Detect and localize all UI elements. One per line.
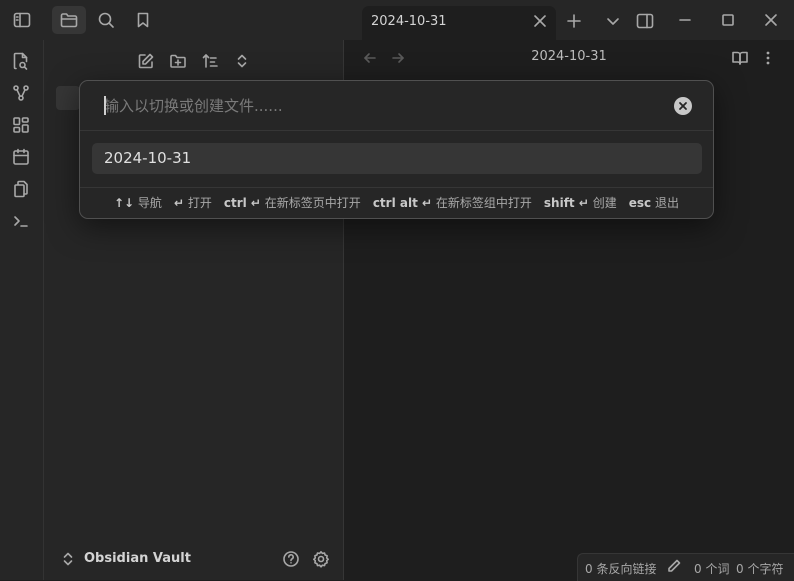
toggle-right-sidebar-button[interactable] [633, 9, 657, 33]
more-options-button[interactable] [758, 47, 778, 69]
file-search-icon [13, 52, 28, 70]
word-count: 0 个词 [694, 562, 730, 576]
new-tab-button[interactable] [563, 10, 585, 32]
new-note-button[interactable] [135, 50, 157, 72]
chevron-down-icon [607, 18, 619, 25]
close-icon [534, 15, 546, 27]
pencil-icon [668, 559, 681, 572]
suggestion-item[interactable]: 2024-10-31 [92, 143, 702, 174]
editing-mode-icon[interactable] [666, 558, 682, 574]
vault-name[interactable]: Obsidian Vault [84, 551, 191, 566]
sort-button[interactable] [199, 50, 221, 72]
file-explorer-tab-button[interactable] [52, 6, 86, 34]
char-count: 0 个字符 [736, 562, 784, 576]
sidebar-left-icon [13, 12, 31, 28]
bookmark-icon [137, 12, 149, 28]
maximize-button[interactable] [715, 8, 741, 32]
text-caret [104, 96, 106, 115]
settings-button[interactable] [310, 548, 332, 570]
maximize-icon [722, 14, 734, 26]
ribbon-daily-note-button[interactable] [6, 142, 36, 172]
new-folder-button[interactable] [167, 50, 189, 72]
folder-icon [60, 13, 78, 28]
instructions: ↑↓ 导航 ↵ 打开 ctrl ↵ 在新标签页中打开 ctrl alt ↵ 在新… [80, 194, 713, 211]
quick-switcher-input[interactable] [96, 91, 656, 121]
file-list-item-selected[interactable] [56, 86, 80, 110]
instruction-open-new-tab: ctrl ↵ 在新标签页中打开 [223, 196, 361, 210]
files-icon [14, 180, 28, 198]
search-icon [98, 12, 114, 28]
plus-icon [567, 14, 581, 28]
ribbon-canvas-button[interactable] [6, 110, 36, 140]
instruction-exit: esc 退出 [628, 196, 679, 210]
divider [80, 130, 713, 131]
sort-ascending-icon [202, 54, 218, 68]
ribbon-terminal-button[interactable] [6, 206, 36, 236]
note-title[interactable]: 2024-10-31 [344, 49, 794, 64]
terminal-icon [14, 216, 28, 227]
backlinks-count[interactable]: 0 条反向链接 [585, 560, 656, 577]
folder-plus-icon [170, 54, 186, 68]
close-icon [679, 102, 687, 110]
sidebar-right-icon [636, 13, 654, 29]
calendar-icon [13, 148, 29, 165]
toggle-left-sidebar-button[interactable] [5, 6, 39, 34]
close-icon [765, 14, 777, 26]
window-close-button[interactable] [758, 8, 784, 32]
collapse-all-button[interactable] [231, 50, 253, 72]
instruction-open-new-group: ctrl alt ↵ 在新标签组中打开 [372, 196, 532, 210]
layout-dashboard-icon [13, 117, 29, 133]
bookmarks-tab-button[interactable] [126, 6, 160, 34]
suggestion-label: 2024-10-31 [104, 149, 192, 167]
book-open-icon [732, 51, 748, 65]
tab-title: 2024-10-31 [371, 14, 447, 29]
clear-input-button[interactable] [674, 97, 692, 115]
instruction-open: ↵ 打开 [173, 196, 212, 210]
ribbon-switcher-button[interactable] [6, 46, 36, 76]
ribbon-templates-button[interactable] [6, 174, 36, 204]
graph-icon [13, 85, 29, 101]
help-circle-icon [283, 551, 299, 567]
vault-switcher-icon[interactable] [60, 550, 76, 568]
minimize-icon [679, 19, 691, 21]
instruction-navigate: ↑↓ 导航 [113, 196, 162, 210]
edit-icon [138, 53, 154, 69]
gear-icon [313, 551, 329, 568]
help-button[interactable] [280, 548, 302, 570]
close-tab-button[interactable] [530, 11, 550, 31]
quick-switcher-modal: 2024-10-31 ↑↓ 导航 ↵ 打开 ctrl ↵ 在新标签页中打开 ct… [79, 80, 714, 219]
divider [80, 187, 713, 188]
chevrons-up-down-icon [237, 54, 247, 68]
minimize-button[interactable] [672, 8, 698, 32]
more-vertical-icon [766, 51, 770, 65]
search-tab-button[interactable] [89, 6, 123, 34]
ribbon-graph-button[interactable] [6, 78, 36, 108]
instruction-create: shift ↵ 创建 [543, 196, 617, 210]
chevrons-up-down-icon [63, 552, 73, 566]
tab-list-button[interactable] [602, 10, 624, 32]
reading-view-button[interactable] [729, 47, 751, 69]
